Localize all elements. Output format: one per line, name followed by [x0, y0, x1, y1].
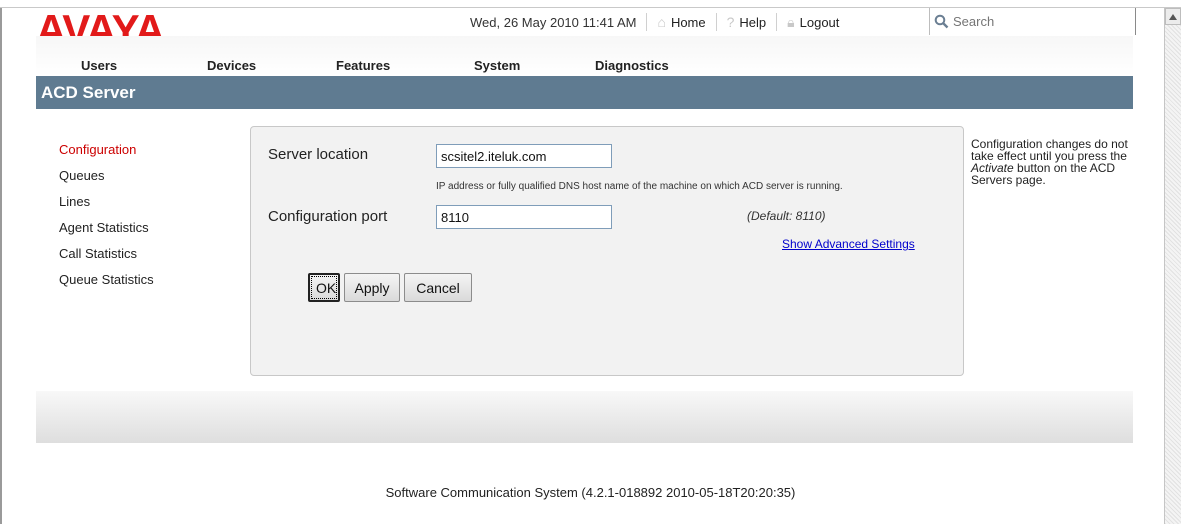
vertical-scrollbar[interactable] — [1164, 8, 1181, 524]
sidebar-item-agent-statistics[interactable]: Agent Statistics — [59, 220, 154, 246]
main-nav-bar — [36, 36, 1133, 76]
show-advanced-settings-link[interactable]: Show Advanced Settings — [782, 237, 915, 251]
sidebar-item-call-statistics[interactable]: Call Statistics — [59, 246, 154, 272]
page-title: ACD Server — [41, 82, 136, 102]
logout-label: Logout — [799, 14, 840, 30]
configuration-help-note: Configuration changes do not take effect… — [971, 138, 1131, 186]
help-note-text-before: Configuration changes do not take effect… — [971, 137, 1128, 163]
server-location-label: Server location — [268, 146, 369, 163]
config-port-input[interactable] — [436, 205, 612, 229]
search-box[interactable] — [929, 8, 1136, 35]
nav-system[interactable]: System — [474, 58, 520, 73]
toolbar-divider — [646, 13, 648, 31]
ok-button[interactable]: OK — [308, 273, 340, 302]
server-location-input[interactable] — [436, 144, 612, 168]
scroll-up-button[interactable] — [1165, 8, 1181, 25]
chevron-up-icon — [1169, 13, 1177, 20]
window-left-edge — [0, 8, 2, 524]
home-icon: ⌂ — [657, 14, 666, 30]
datetime-display: Wed, 26 May 2010 11:41 AM — [470, 14, 637, 30]
nav-devices[interactable]: Devices — [207, 58, 256, 73]
help-icon: ? — [726, 14, 735, 30]
sidebar-menu: Configuration Queues Lines Agent Statist… — [59, 142, 154, 298]
home-link[interactable]: ⌂ Home — [657, 14, 705, 30]
footer-band — [36, 391, 1133, 443]
config-port-label: Configuration port — [268, 208, 388, 225]
top-toolbar: Wed, 26 May 2010 11:41 AM ⌂ Home ? Help … — [470, 8, 839, 36]
search-input[interactable] — [953, 14, 1123, 29]
toolbar-divider — [776, 13, 778, 31]
server-location-hint: IP address or fully qualified DNS host n… — [436, 181, 843, 192]
sidebar-item-configuration[interactable]: Configuration — [59, 142, 154, 168]
lock-icon: 🔒︎ — [787, 13, 795, 30]
help-label: Help — [739, 14, 767, 30]
window-top-edge — [0, 0, 1181, 8]
logout-link[interactable]: 🔒︎ Logout — [787, 14, 839, 31]
nav-users[interactable]: Users — [81, 58, 117, 73]
sidebar-item-queue-statistics[interactable]: Queue Statistics — [59, 272, 154, 298]
apply-button[interactable]: Apply — [344, 273, 400, 302]
home-label: Home — [670, 14, 706, 30]
nav-features[interactable]: Features — [336, 58, 390, 73]
toolbar-divider — [715, 13, 717, 31]
sidebar-item-queues[interactable]: Queues — [59, 168, 154, 194]
search-icon — [934, 14, 949, 29]
footer-version: Software Communication System (4.2.1-018… — [385, 485, 796, 500]
config-port-default: (Default: 8110) — [747, 209, 826, 223]
cancel-button[interactable]: Cancel — [404, 273, 472, 302]
nav-diagnostics[interactable]: Diagnostics — [595, 58, 669, 73]
help-link[interactable]: ? Help — [727, 14, 767, 30]
sidebar-item-lines[interactable]: Lines — [59, 194, 154, 220]
page-title-bar: ACD Server — [36, 76, 1133, 109]
